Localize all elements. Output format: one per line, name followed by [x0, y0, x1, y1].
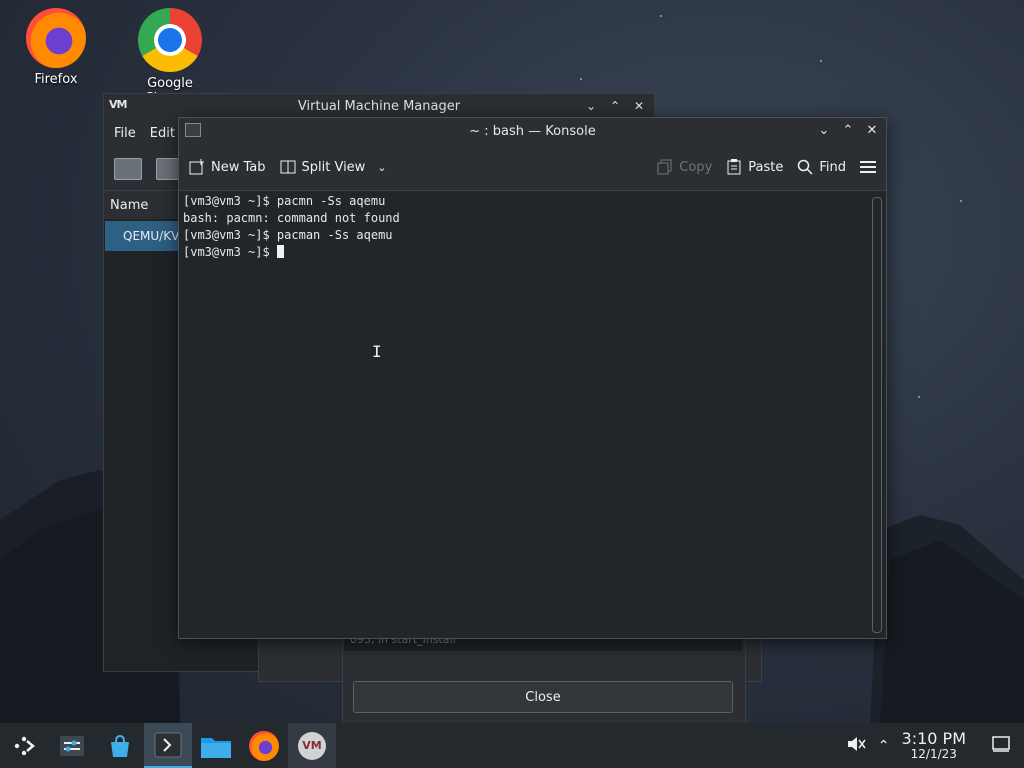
hamburger-menu-button[interactable] [860, 159, 876, 175]
konsole-icon[interactable] [144, 723, 192, 768]
vmm-title: Virtual Machine Manager [297, 98, 461, 114]
copy-button[interactable]: Copy [657, 159, 712, 175]
split-view-label: Split View [301, 159, 366, 175]
new-tab-label: New Tab [211, 159, 266, 175]
paste-button[interactable]: Paste [726, 159, 783, 175]
system-tray: ⌃ 3:10 PM 12/1/23 [846, 723, 1024, 768]
new-tab-button[interactable]: New Tab [189, 159, 266, 175]
terminal-line: [vm3@vm3 ~]$ pacmn -Ss aqemu [183, 194, 386, 208]
paste-label: Paste [748, 159, 784, 175]
mouse-ibeam-cursor: I [372, 342, 382, 361]
find-button[interactable]: Find [797, 159, 846, 175]
maximize-icon[interactable]: ⌃ [840, 122, 856, 140]
hamburger-menu-icon [860, 159, 876, 175]
clock[interactable]: 3:10 PM 12/1/23 [902, 730, 966, 761]
maximize-icon[interactable]: ⌃ [606, 97, 624, 115]
terminal-prompt: [vm3@vm3 ~]$ [183, 245, 277, 259]
virt-manager-icon[interactable]: VM [288, 723, 336, 768]
konsole-window[interactable]: ~ : bash — Konsole ⌄ ⌃ ✕ New Tab Split V… [178, 117, 887, 639]
terminal-line: [vm3@vm3 ~]$ pacman -Ss aqemu [183, 228, 393, 242]
desktop-icon-chrome[interactable]: Google Chrome [120, 8, 220, 106]
show-desktop-icon[interactable] [992, 735, 1010, 756]
terminal-line: bash: pacmn: command not found [183, 211, 400, 225]
system-settings-icon[interactable] [48, 723, 96, 768]
terminal-output[interactable]: [vm3@vm3 ~]$ pacmn -Ss aqemu bash: pacmn… [179, 191, 869, 637]
vmm-titlebar[interactable]: VM Virtual Machine Manager ⌄ ⌃ ✕ [104, 94, 654, 118]
menu-file[interactable]: File [114, 126, 136, 141]
terminal-prompt-line: [vm3@vm3 ~]$ [183, 244, 865, 261]
copy-icon [657, 159, 673, 175]
find-label: Find [819, 159, 846, 175]
desktop-icon-label: Firefox [34, 72, 78, 87]
volume-muted-icon[interactable] [846, 735, 866, 757]
clock-date: 12/1/23 [910, 746, 957, 761]
copy-label: Copy [679, 159, 713, 175]
close-icon[interactable]: ✕ [630, 97, 648, 115]
clock-time: 3:10 PM [901, 729, 966, 749]
chevron-down-icon[interactable]: ⌄ [377, 161, 386, 174]
app-launcher-icon[interactable] [0, 723, 48, 768]
menu-edit[interactable]: Edit [150, 126, 175, 141]
close-icon[interactable]: ✕ [864, 122, 880, 140]
dolphin-files-icon[interactable] [192, 723, 240, 768]
firefox-icon[interactable] [240, 723, 288, 768]
vmm-logo-icon: VM [109, 98, 127, 111]
discover-store-icon[interactable] [96, 723, 144, 768]
paste-icon [726, 159, 742, 175]
taskbar: VM ⌃ 3:10 PM 12/1/23 [0, 723, 1024, 768]
split-view-button[interactable]: Split View ⌄ [280, 159, 387, 175]
tray-expand-icon[interactable]: ⌃ [878, 738, 890, 754]
search-icon [797, 159, 813, 175]
firefox-icon [26, 8, 86, 68]
split-view-icon [280, 159, 296, 175]
chrome-icon [138, 8, 202, 72]
konsole-title: ~ : bash — Konsole [469, 123, 596, 139]
new-tab-icon [189, 159, 205, 175]
konsole-window-icon [185, 123, 201, 137]
minimize-icon[interactable]: ⌄ [816, 122, 832, 140]
terminal-scrollbar[interactable] [872, 197, 882, 633]
terminal-cursor [276, 245, 284, 258]
konsole-titlebar[interactable]: ~ : bash — Konsole ⌄ ⌃ ✕ [179, 118, 886, 144]
konsole-toolbar: New Tab Split View ⌄ Copy Paste Find [179, 144, 886, 191]
new-vm-icon[interactable] [114, 158, 142, 180]
minimize-icon[interactable]: ⌄ [582, 97, 600, 115]
close-button[interactable]: Close [353, 681, 733, 713]
desktop-icon-firefox[interactable]: Firefox [6, 8, 106, 87]
